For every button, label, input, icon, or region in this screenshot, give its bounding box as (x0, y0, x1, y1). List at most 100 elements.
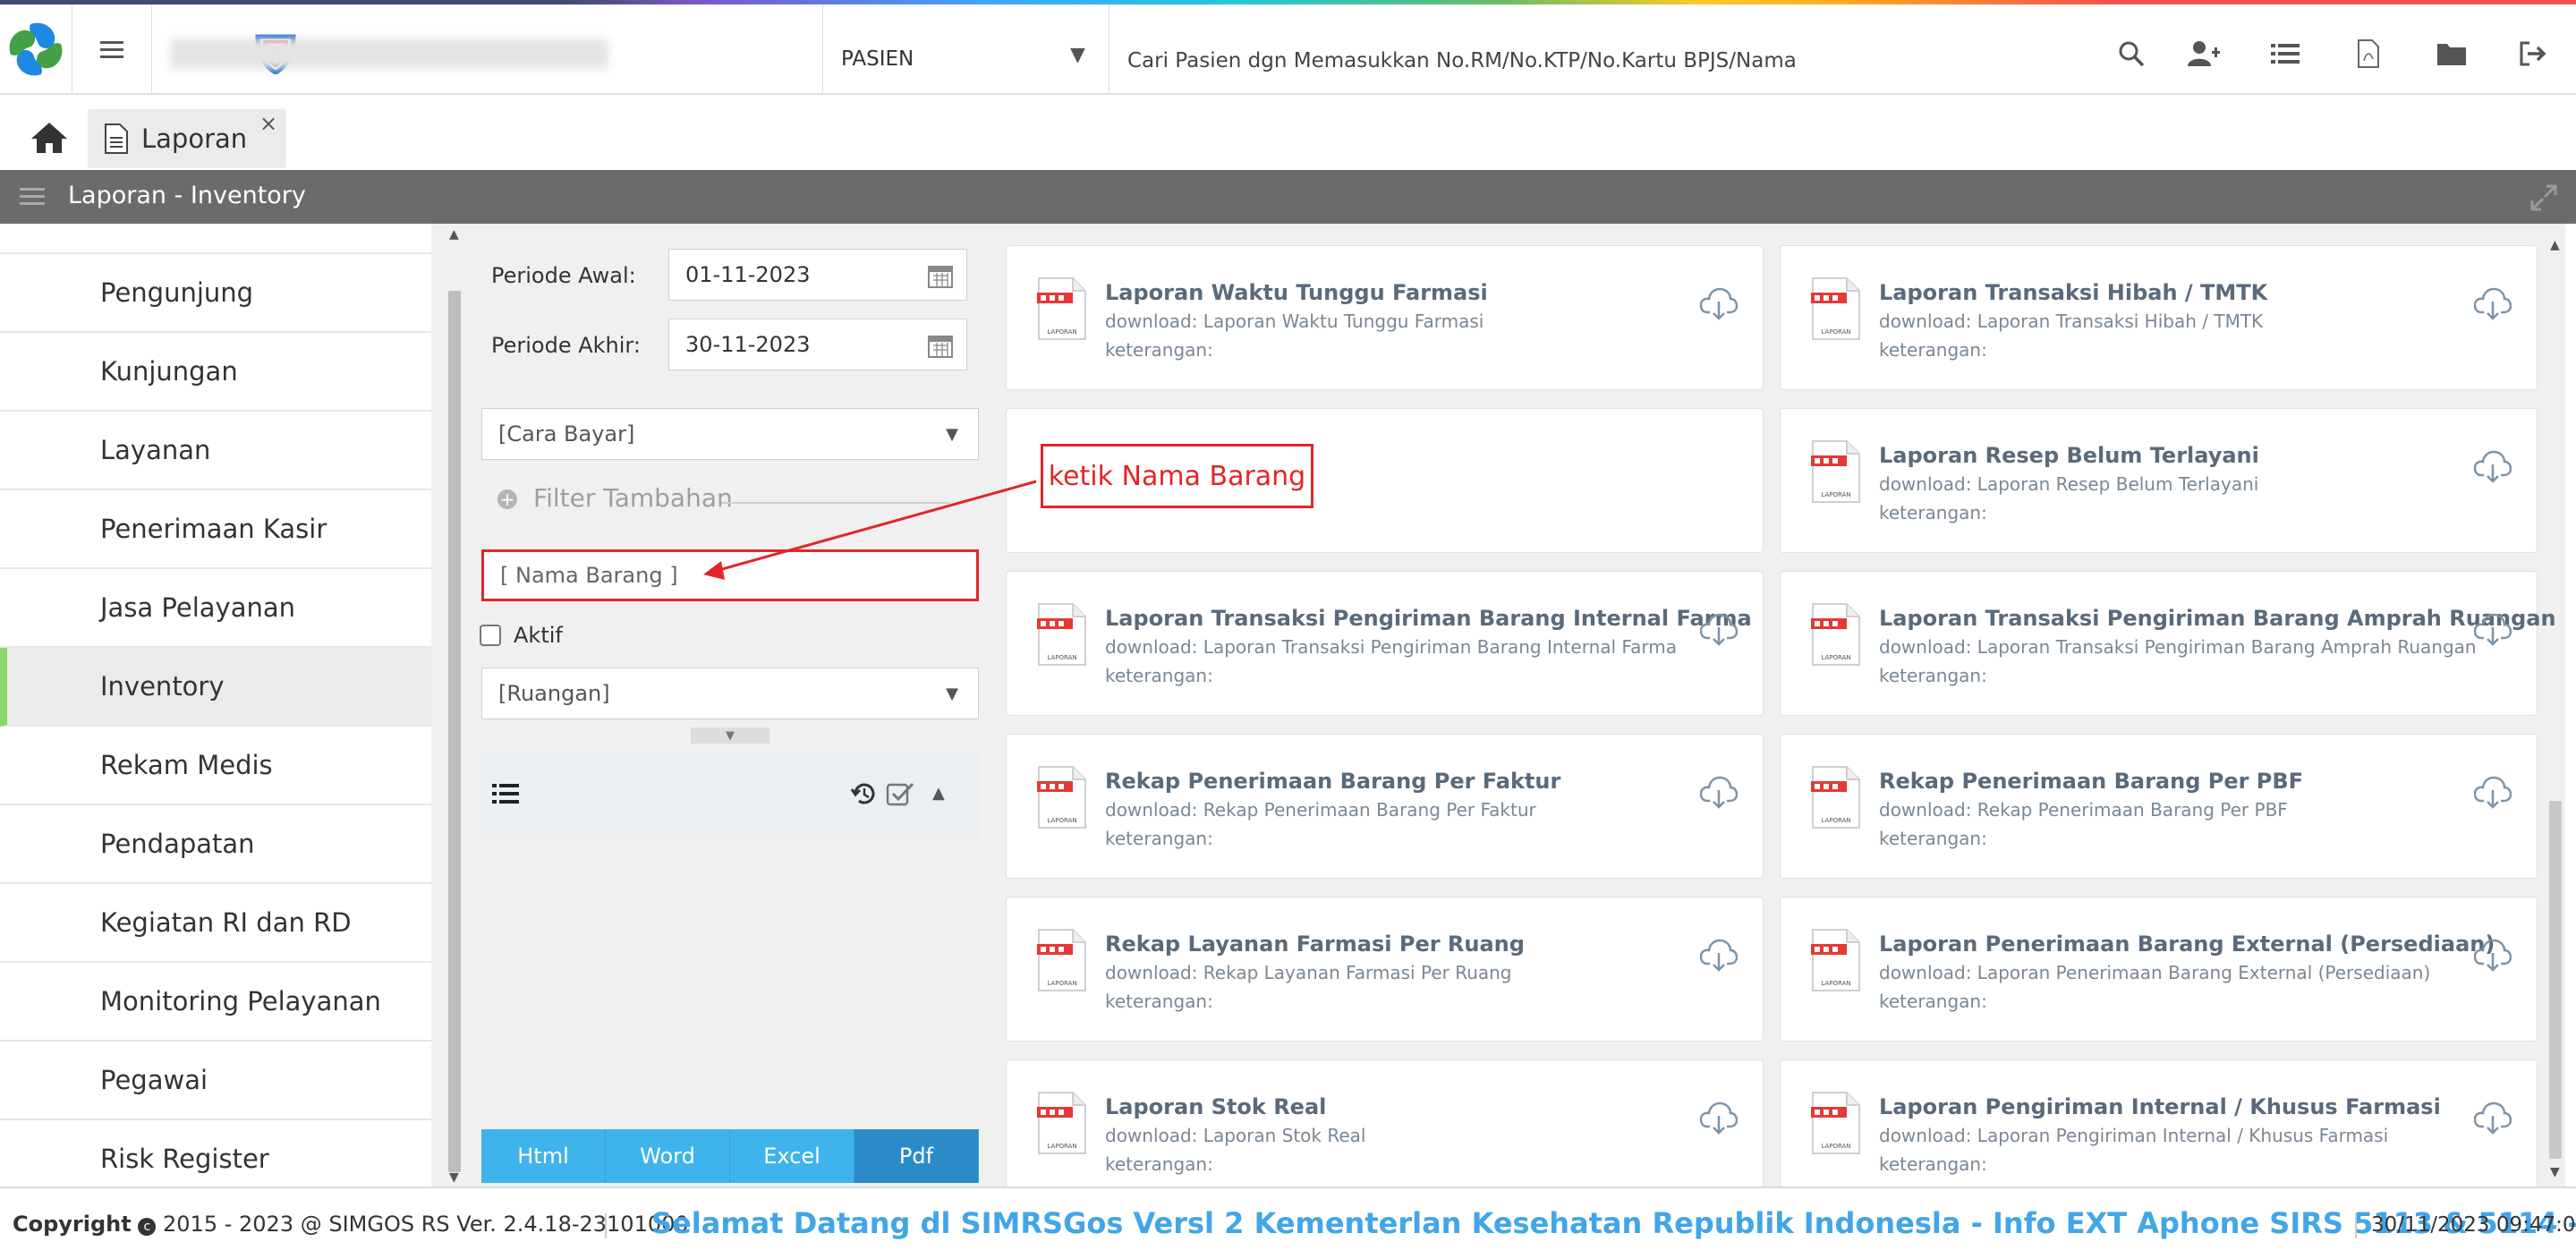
sidebar-item-pendapatan[interactable]: Pendapatan (0, 805, 431, 884)
add-patient-button[interactable] (2177, 36, 2231, 72)
list-icon[interactable] (492, 782, 519, 805)
filter-tambahan-toggle[interactable]: Filter Tambahan (533, 483, 733, 513)
svg-text:LAPORAN: LAPORAN (1047, 1143, 1076, 1150)
expand-icon[interactable] (2529, 183, 2559, 213)
cloud-download-icon[interactable] (1699, 774, 1739, 810)
sidebar-item-pegawai[interactable]: Pegawai (0, 1042, 431, 1120)
report-card[interactable]: LAPORAN Laporan Stok Real download: Lapora… (1006, 1059, 1764, 1204)
aktif-checkbox[interactable] (480, 625, 501, 646)
report-card[interactable]: LAPORAN Laporan Waktu Tunggu Farmasi downl… (1006, 245, 1764, 390)
main-menu-button[interactable] (72, 4, 152, 95)
report-title[interactable]: Rekap Penerimaan Barang Per PBF (1879, 769, 2303, 794)
export-word-button[interactable]: Word (606, 1129, 730, 1183)
report-download-text: download: Laporan Pengiriman Internal / … (1879, 1125, 2389, 1146)
nama-barang-input[interactable]: [ Nama Barang ] (481, 549, 979, 601)
svg-text:LAPORAN: LAPORAN (1821, 1143, 1850, 1150)
annotation-callout: ketik Nama Barang (1041, 444, 1314, 508)
tab-home[interactable] (23, 116, 75, 159)
list-button[interactable] (2258, 36, 2312, 72)
sidebar-item-kunjungan[interactable]: Kunjungan (0, 333, 431, 412)
cloud-download-icon[interactable] (2473, 937, 2512, 973)
pdf-report-icon: LAPORAN (1811, 276, 1861, 341)
periode-awal-input[interactable]: 01-11-2023 (668, 249, 967, 301)
report-title[interactable]: Laporan Transaksi Pengiriman Barang Ampr… (1879, 606, 2556, 631)
report-card[interactable]: LAPORAN Laporan Pengiriman Internal / Khu… (1780, 1059, 2538, 1204)
sidebar-item-monitoring-pelayanan[interactable]: Monitoring Pelayanan (0, 963, 431, 1042)
sidebar-item-inventory[interactable]: Inventory (0, 648, 431, 727)
report-card[interactable]: LAPORAN Rekap Layanan Farmasi Per Ruang do… (1006, 897, 1764, 1042)
periode-akhir-value: 30-11-2023 (685, 332, 811, 357)
check-square-icon[interactable] (886, 780, 914, 807)
report-title[interactable]: Laporan Resep Belum Terlayani (1879, 443, 2259, 468)
menu-lines-icon[interactable] (20, 186, 45, 208)
scroll-down-arrow-icon[interactable]: ▼ (2550, 1165, 2560, 1179)
report-title[interactable]: Rekap Penerimaan Barang Per Faktur (1105, 769, 1560, 794)
sidebar-item-pengunjung[interactable]: Pengunjung (0, 254, 431, 333)
cloud-download-icon[interactable] (2473, 448, 2512, 484)
cloud-download-icon[interactable] (2473, 774, 2512, 810)
caret-down-icon: ▼ (946, 685, 958, 703)
scroll-down-arrow-icon[interactable]: ▼ (449, 1170, 459, 1185)
copyright-label: Copyright (13, 1212, 132, 1237)
periode-akhir-input[interactable]: 30-11-2023 (668, 319, 967, 370)
report-title[interactable]: Laporan Pengiriman Internal / Khusus Far… (1879, 1094, 2441, 1119)
report-title[interactable]: Laporan Penerimaan Barang External (Pers… (1879, 931, 2495, 957)
ruangan-select[interactable]: [Ruangan] ▼ (481, 668, 979, 719)
export-excel-button[interactable]: Excel (730, 1129, 854, 1183)
report-title[interactable]: Laporan Transaksi Pengiriman Barang Inte… (1105, 606, 1752, 631)
scroll-up-arrow-icon[interactable]: ▲ (449, 227, 459, 242)
folder-button[interactable] (2425, 36, 2478, 72)
sidebar-item-layanan[interactable]: Layanan (0, 412, 431, 490)
cloud-download-icon[interactable] (1699, 1100, 1739, 1136)
add-user-icon (2188, 41, 2220, 66)
calendar-icon[interactable] (927, 332, 954, 359)
report-card[interactable]: LAPORAN Laporan Resep Belum Terlayani down… (1780, 408, 2538, 553)
logout-button[interactable] (2506, 36, 2560, 72)
report-card[interactable]: LAPORAN Laporan Transaksi Pengiriman Bara… (1006, 571, 1764, 716)
sidebar-item-jasa-pelayanan[interactable]: Jasa Pelayanan (0, 569, 431, 648)
cara-bayar-select[interactable]: [Cara Bayar] ▼ (481, 408, 979, 460)
report-card[interactable]: LAPORAN Laporan Transaksi Hibah / TMTK dow… (1780, 245, 2538, 390)
patient-scope-value: PASIEN (841, 47, 914, 71)
report-card[interactable]: LAPORAN Laporan Penerimaan Barang Externa… (1780, 897, 2538, 1042)
calendar-icon[interactable] (927, 262, 954, 289)
report-keterangan: keterangan: (1105, 339, 1213, 361)
sidebar-item-penerimaan-kasir[interactable]: Penerimaan Kasir (0, 490, 431, 569)
cloud-download-icon[interactable] (2473, 285, 2512, 321)
patient-scope-select[interactable]: PASIEN ▼ (823, 4, 1109, 95)
sidebar-item-kegiatan-ri-rd[interactable]: Kegiatan RI dan RD (0, 884, 431, 963)
report-title[interactable]: Laporan Stok Real (1105, 1094, 1326, 1119)
filter-scrollbar-thumb[interactable] (448, 291, 461, 1172)
pdf-report-icon: LAPORAN (1811, 602, 1861, 667)
report-title[interactable]: Laporan Transaksi Hibah / TMTK (1879, 280, 2267, 305)
cloud-download-icon[interactable] (1699, 611, 1739, 647)
export-pdf-button[interactable]: Pdf (854, 1129, 979, 1183)
cloud-download-icon[interactable] (2473, 1100, 2512, 1136)
report-title[interactable]: Laporan Waktu Tunggu Farmasi (1105, 280, 1488, 305)
cloud-download-icon[interactable] (1699, 937, 1739, 973)
cloud-download-icon[interactable] (1699, 285, 1739, 321)
pdf-report-icon: LAPORAN (1811, 439, 1861, 504)
cara-bayar-value: [Cara Bayar] (498, 421, 635, 447)
search-button[interactable] (2104, 36, 2158, 72)
report-card[interactable]: LAPORAN Laporan Transaksi Pengiriman Bara… (1780, 571, 2556, 716)
report-title[interactable]: Rekap Layanan Farmasi Per Ruang (1105, 931, 1525, 957)
tab-laporan[interactable]: Laporan (88, 109, 286, 168)
report-scrollbar-thumb[interactable] (2549, 801, 2562, 1159)
export-html-button[interactable]: Html (481, 1129, 606, 1183)
sidebar-item-rekam-medis[interactable]: Rekam Medis (0, 727, 431, 805)
history-icon[interactable] (850, 780, 879, 807)
plus-circle-icon[interactable]: + (497, 489, 517, 509)
list-icon (2271, 44, 2300, 64)
patient-search-input[interactable]: Cari Pasien dgn Memasukkan No.RM/No.KTP/… (1127, 49, 1797, 72)
close-tab-icon[interactable]: × (259, 111, 277, 136)
report-card[interactable]: LAPORAN Rekap Penerimaan Barang Per Faktu… (1006, 734, 1764, 879)
cloud-download-icon[interactable] (2473, 611, 2512, 647)
app-logo[interactable] (0, 4, 72, 95)
report-card[interactable]: LAPORAN Rekap Penerimaan Barang Per PBF do… (1780, 734, 2538, 879)
report-download-text: download: Rekap Penerimaan Barang Per Fa… (1105, 799, 1536, 821)
pdf-button[interactable] (2342, 36, 2395, 72)
chevron-up-icon[interactable]: ▲ (932, 784, 945, 803)
scroll-up-arrow-icon[interactable]: ▲ (2550, 238, 2560, 252)
collapse-handle[interactable]: ▼ (691, 727, 769, 744)
